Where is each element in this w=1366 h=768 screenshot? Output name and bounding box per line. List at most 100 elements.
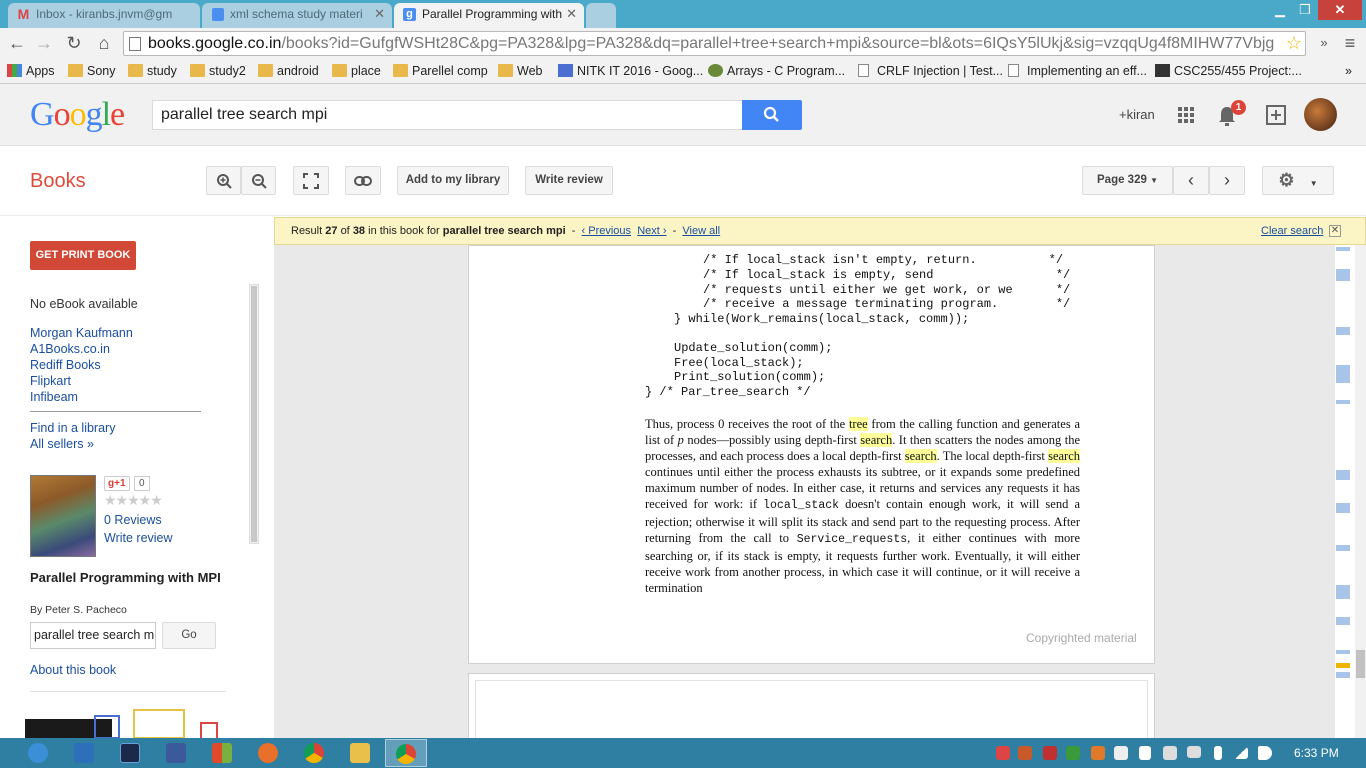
reviews-link[interactable]: 0 Reviews bbox=[104, 513, 162, 527]
bookmark-link[interactable]: CRLF Injection | Test... bbox=[858, 61, 1003, 81]
bookmark-folder[interactable]: Sony bbox=[68, 61, 116, 81]
firefox-icon[interactable] bbox=[258, 743, 278, 763]
bookmark-link[interactable]: Implementing an eff... bbox=[1008, 61, 1147, 81]
search-button[interactable] bbox=[742, 100, 802, 130]
display-icon[interactable] bbox=[1187, 746, 1201, 758]
bookmark-link[interactable]: Arrays - C Program... bbox=[708, 61, 845, 81]
bookmark-link[interactable]: CSC255/455 Project:... bbox=[1155, 61, 1302, 81]
share-plus-icon[interactable] bbox=[1266, 105, 1286, 125]
outlook-icon[interactable] bbox=[74, 743, 94, 763]
bookmarks-overflow-icon[interactable]: » bbox=[1345, 61, 1352, 81]
battery-icon[interactable] bbox=[1214, 746, 1222, 760]
get-print-book-button[interactable]: GET PRINT BOOK bbox=[30, 241, 136, 270]
add-to-library-button[interactable]: Add to my library bbox=[397, 166, 509, 195]
view-all-link[interactable]: View all bbox=[682, 225, 720, 237]
link-button[interactable] bbox=[345, 166, 381, 195]
tray-icon[interactable] bbox=[1018, 746, 1032, 760]
avatar[interactable] bbox=[1304, 98, 1337, 131]
bookmark-link[interactable]: NITK IT 2016 - Goog... bbox=[558, 61, 703, 81]
page-marker[interactable] bbox=[1336, 585, 1350, 599]
bookmark-folder[interactable]: Parellel comp bbox=[393, 61, 488, 81]
home-icon[interactable]: ⌂ bbox=[92, 32, 116, 54]
extensions-overflow-icon[interactable]: » bbox=[1312, 32, 1336, 54]
windows-store-icon[interactable] bbox=[212, 743, 232, 763]
tray-icon[interactable] bbox=[1066, 746, 1080, 760]
next-result-link[interactable]: Next › bbox=[637, 225, 666, 237]
find-library-link[interactable]: Find in a library bbox=[30, 421, 115, 435]
bookmark-apps[interactable]: Apps bbox=[7, 61, 55, 81]
current-page-marker[interactable] bbox=[1336, 663, 1350, 668]
page-select[interactable]: Page 329 ▼ bbox=[1082, 166, 1173, 195]
page-marker[interactable] bbox=[1336, 327, 1350, 335]
fullscreen-button[interactable] bbox=[293, 166, 329, 195]
scrollbar-thumb[interactable] bbox=[1356, 650, 1365, 678]
reload-icon[interactable]: ↻ bbox=[62, 32, 86, 54]
ie-icon[interactable] bbox=[28, 743, 48, 763]
file-explorer-icon[interactable] bbox=[350, 743, 370, 763]
close-icon[interactable]: ✕ bbox=[1329, 225, 1341, 237]
menu-icon[interactable]: ≡ bbox=[1338, 32, 1362, 54]
seller-link[interactable]: Flipkart bbox=[30, 374, 71, 388]
bookmark-folder[interactable]: study bbox=[128, 61, 177, 81]
bookmark-folder[interactable]: study2 bbox=[190, 61, 246, 81]
next-page-button[interactable]: › bbox=[1209, 166, 1245, 195]
flag-icon[interactable] bbox=[1139, 746, 1151, 760]
page-marker[interactable] bbox=[1336, 400, 1350, 404]
user-link[interactable]: +kiran bbox=[1119, 107, 1155, 122]
about-book-link[interactable]: About this book bbox=[30, 663, 116, 677]
seller-link[interactable]: Infibeam bbox=[30, 390, 78, 404]
write-review-button[interactable]: Write review bbox=[525, 166, 613, 195]
close-icon[interactable]: ✕ bbox=[374, 3, 385, 25]
prev-page-button[interactable]: ‹ bbox=[1173, 166, 1209, 195]
book-search-go-button[interactable]: Go bbox=[162, 622, 216, 649]
search-input[interactable]: parallel tree search mpi bbox=[152, 100, 743, 130]
zoom-in-button[interactable] bbox=[206, 166, 241, 195]
tab-xml[interactable]: xml schema study materi ✕ bbox=[202, 3, 392, 28]
minimize-button[interactable]: ▁ bbox=[1268, 0, 1292, 20]
new-tab-button[interactable] bbox=[586, 3, 616, 28]
seller-link[interactable]: A1Books.co.in bbox=[30, 342, 110, 356]
books-title[interactable]: Books bbox=[30, 170, 86, 193]
zoom-out-button[interactable] bbox=[241, 166, 276, 195]
page-marker[interactable] bbox=[1336, 470, 1350, 480]
seller-link[interactable]: Morgan Kaufmann bbox=[30, 326, 133, 340]
book-search-input[interactable]: parallel tree search m bbox=[30, 622, 156, 649]
book-cover[interactable] bbox=[30, 475, 96, 557]
close-window-button[interactable]: ✕ bbox=[1318, 0, 1362, 20]
back-icon[interactable]: ← bbox=[5, 32, 29, 54]
bookmark-star-icon[interactable]: ☆ bbox=[1285, 32, 1302, 55]
address-bar[interactable]: books.google.co.in/books?id=GufgfWSHt28C… bbox=[123, 31, 1306, 56]
page-marker[interactable] bbox=[1336, 545, 1350, 551]
page-marker[interactable] bbox=[1336, 503, 1350, 513]
page-marker[interactable] bbox=[1336, 617, 1350, 625]
gplus-button[interactable]: g+1 bbox=[104, 476, 130, 491]
page-marker[interactable] bbox=[1336, 269, 1350, 281]
restore-button[interactable]: ❐ bbox=[1293, 0, 1317, 20]
page-marker[interactable] bbox=[1336, 650, 1350, 654]
tray-icon[interactable] bbox=[1091, 746, 1105, 760]
photoshop-icon[interactable] bbox=[120, 743, 140, 763]
signal-icon[interactable] bbox=[1234, 747, 1248, 759]
settings-button[interactable]: ⚙ ▼ bbox=[1262, 166, 1334, 195]
close-icon[interactable]: ✕ bbox=[566, 3, 577, 25]
page-navigator[interactable] bbox=[1335, 245, 1355, 738]
page-marker[interactable] bbox=[1336, 247, 1350, 251]
forward-icon[interactable]: → bbox=[32, 32, 56, 54]
tray-icon[interactable] bbox=[996, 746, 1010, 760]
page-marker[interactable] bbox=[1336, 672, 1350, 678]
write-review-link[interactable]: Write review bbox=[104, 531, 173, 545]
app-icon[interactable] bbox=[166, 743, 186, 763]
bookmark-folder[interactable]: android bbox=[258, 61, 319, 81]
tab-books[interactable]: g Parallel Programming with ✕ bbox=[394, 3, 584, 28]
seller-link[interactable]: Rediff Books bbox=[30, 358, 101, 372]
page-scrollbar[interactable] bbox=[1355, 245, 1366, 738]
bookmark-folder[interactable]: place bbox=[332, 61, 381, 81]
chrome-taskbar-button-active[interactable] bbox=[385, 739, 427, 767]
google-logo[interactable]: Google bbox=[30, 96, 125, 134]
previous-result-link[interactable]: ‹ Previous bbox=[582, 225, 632, 237]
all-sellers-link[interactable]: All sellers » bbox=[30, 437, 94, 451]
tab-gmail[interactable]: M Inbox - kiranbs.jnvm@gm bbox=[8, 3, 200, 28]
sidebar-scrollbar[interactable] bbox=[249, 284, 259, 544]
book-viewer[interactable]: /* If local_stack isn't empty, return. *… bbox=[274, 245, 1335, 738]
tray-icon[interactable] bbox=[1114, 746, 1128, 760]
